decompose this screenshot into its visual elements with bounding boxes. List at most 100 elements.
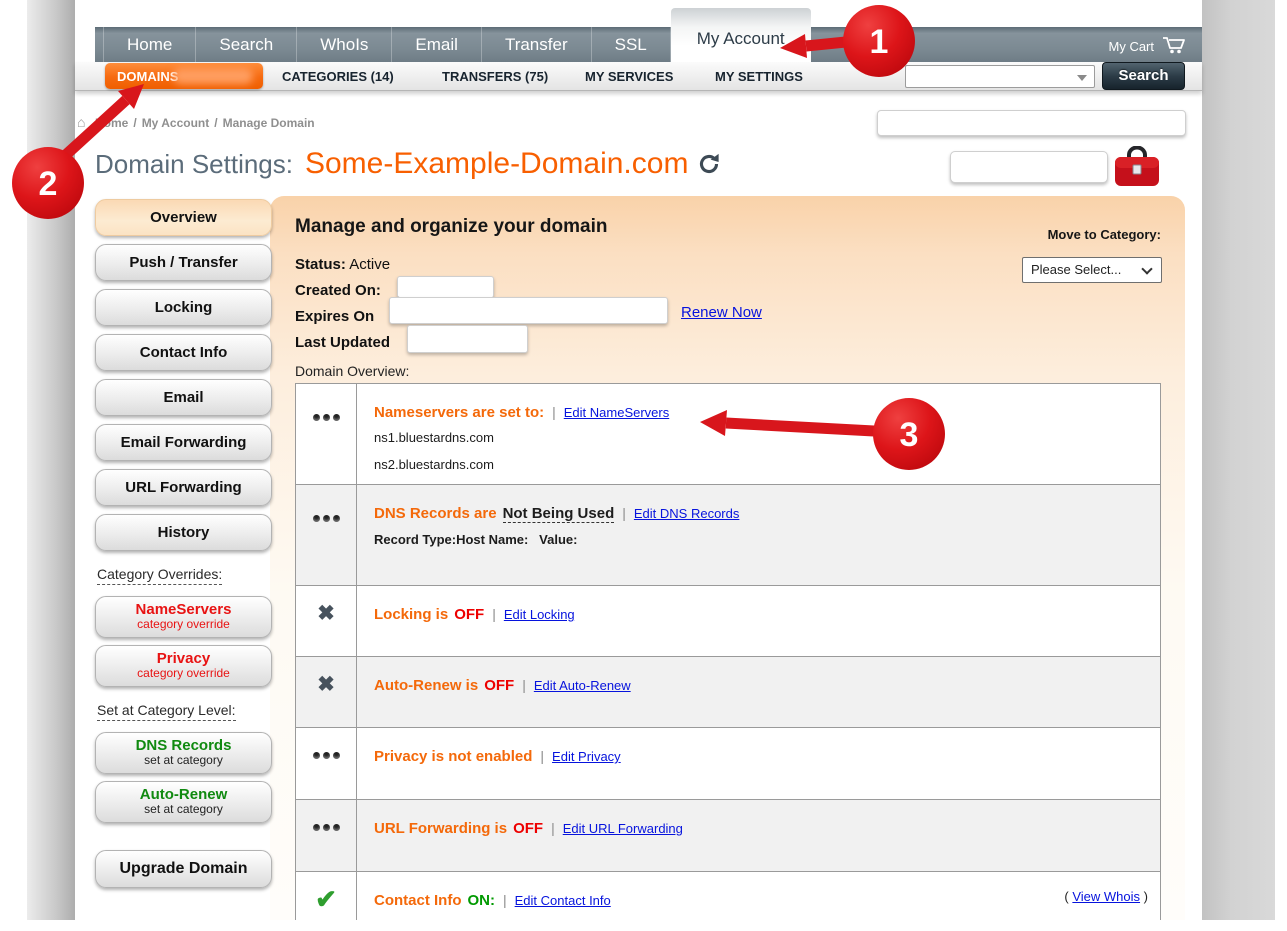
separator: |: [552, 404, 556, 420]
nav-tab-email[interactable]: Email: [392, 27, 482, 62]
domain-overview-label: Domain Overview:: [295, 363, 409, 379]
breadcrumb-item-home[interactable]: Home: [95, 116, 128, 130]
search-button[interactable]: Search: [1102, 62, 1185, 90]
override-subtitle: category override: [96, 667, 271, 680]
sidebar-item-locking[interactable]: Locking: [95, 289, 272, 326]
domain-row-edit-auto-renew: ✖ Auto-Renew isOFF|Edit Auto-Renew: [296, 657, 1160, 728]
separator: |: [551, 820, 555, 836]
row-title-line: URL Forwarding isOFF|Edit URL Forwarding: [374, 820, 1146, 837]
nav-tab-whois[interactable]: WhoIs: [297, 27, 392, 62]
subnav-tab-domains[interactable]: DOMAINS: [105, 63, 263, 89]
row-title: Nameservers are set to:: [374, 404, 544, 421]
row-icon-cell: ✖: [296, 657, 357, 727]
status-pending-icon: [313, 800, 340, 871]
edit-nameservers-link[interactable]: Edit NameServers: [564, 405, 669, 420]
domain-row-edit-locking: ✖Locking isOFF|Edit Locking: [296, 586, 1160, 657]
refresh-icon[interactable]: [698, 153, 720, 180]
edit-privacy-link[interactable]: Edit Privacy: [552, 749, 621, 764]
sidebar-category-auto-renew[interactable]: Auto-Renewset at category: [95, 781, 272, 823]
sidebar-override-privacy[interactable]: Privacycategory override: [95, 645, 272, 687]
my-cart-button[interactable]: My Cart: [1109, 36, 1187, 57]
row-body: URL Forwarding isOFF|Edit URL Forwarding: [357, 800, 1160, 871]
domain-name: Some-Example-Domain.com: [305, 147, 688, 181]
row-status-badge: OFF: [484, 677, 514, 694]
subnav-item-my-services[interactable]: MY SERVICES: [585, 69, 673, 84]
nav-tab-transfer[interactable]: Transfer: [482, 27, 592, 62]
domain-row-edit-privacy: Privacy is not enabled|Edit Privacy: [296, 728, 1160, 800]
row-title: Contact Info: [374, 892, 462, 909]
category-overrides-label: Category Overrides:: [97, 566, 272, 582]
set-at-category-label: Set at Category Level:: [97, 702, 272, 718]
renew-now-link[interactable]: Renew Now: [681, 304, 762, 321]
override-subtitle: category override: [96, 618, 271, 631]
sidebar-item-contact-info[interactable]: Contact Info: [95, 334, 272, 371]
sidebar-item-history[interactable]: History: [95, 514, 272, 551]
nav-tab-ssl[interactable]: SSL: [592, 27, 671, 62]
dot: [333, 515, 340, 522]
cart-icon: [1162, 36, 1186, 57]
status-pending-icon: [313, 384, 340, 484]
row-status-badge: Not Being Used: [503, 505, 615, 523]
row-detail-line: Record Type:Host Name: Value:: [374, 530, 1146, 550]
sidebar-override-nameservers[interactable]: NameServerscategory override: [95, 596, 272, 638]
sidebar-item-email-forwarding[interactable]: Email Forwarding: [95, 424, 272, 461]
sidebar-item-push-transfer[interactable]: Push / Transfer: [95, 244, 272, 281]
row-status-badge: OFF: [454, 606, 484, 623]
separator: |: [503, 892, 507, 908]
dot: [333, 824, 340, 831]
category-select[interactable]: Please Select...: [1022, 257, 1162, 283]
row-body: Nameservers are set to: | Edit NameServers…: [357, 384, 1160, 484]
breadcrumb: Home/My Account/Manage Domain: [95, 116, 315, 130]
subnav-item-transfers-75[interactable]: TRANSFERS (75): [442, 69, 548, 84]
view-whois-link[interactable]: View Whois: [1072, 889, 1140, 904]
nav-tab-search[interactable]: Search: [196, 27, 297, 62]
row-title-line: Auto-Renew isOFF|Edit Auto-Renew: [374, 677, 1146, 694]
sidebar-category-dns-records[interactable]: DNS Recordsset at category: [95, 732, 272, 774]
status-pending-icon: [313, 485, 340, 585]
edit-auto-renew-link[interactable]: Edit Auto-Renew: [534, 678, 631, 693]
override-title: Privacy: [96, 650, 271, 667]
sidebar-item-url-forwarding[interactable]: URL Forwarding: [95, 469, 272, 506]
updated-line: Last Updated: [295, 330, 390, 356]
combobox-dropdown-icon[interactable]: [1077, 75, 1087, 81]
row-status-badge: ON:: [468, 892, 496, 909]
sidebar-item-overview[interactable]: Overview: [95, 199, 272, 236]
created-line: Created On:: [295, 278, 390, 304]
top-nav-tabs: HomeSearchWhoIsEmailTransferSSLMy Accoun…: [95, 27, 1202, 62]
row-body: Locking isOFF|Edit Locking: [357, 586, 1160, 656]
row-body: DNS Records areNot Being Used|Edit DNS R…: [357, 485, 1160, 585]
row-status-badge: OFF: [513, 820, 543, 837]
toolbox-icon[interactable]: [1114, 146, 1160, 193]
redaction-box: [407, 325, 528, 353]
row-icon-cell: ✔: [296, 872, 357, 920]
domain-search-input[interactable]: [910, 67, 1075, 86]
nav-tab-home[interactable]: Home: [103, 27, 196, 62]
nav-tab-my-account[interactable]: My Account: [671, 8, 811, 62]
my-cart-label: My Cart: [1109, 39, 1155, 54]
domain-row-edit-contact-info: ✔Contact InfoON:|Edit Contact Info( View…: [296, 872, 1160, 920]
upgrade-domain-button[interactable]: Upgrade Domain: [95, 850, 272, 888]
category-title: DNS Records: [96, 737, 271, 754]
edit-dns-records-link[interactable]: Edit DNS Records: [634, 506, 739, 521]
edit-locking-link[interactable]: Edit Locking: [504, 607, 575, 622]
subnav-item-my-settings[interactable]: MY SETTINGS: [715, 69, 803, 84]
edit-url-forwarding-link[interactable]: Edit URL Forwarding: [563, 821, 683, 836]
row-detail-line: ns1.bluestardns.com: [374, 428, 1146, 448]
domain-search-combobox[interactable]: [905, 65, 1095, 88]
domain-settings-screen: HomeSearchWhoIsEmailTransferSSLMy Accoun…: [0, 0, 1287, 931]
dot: [313, 414, 320, 421]
sidebar-item-email[interactable]: Email: [95, 379, 272, 416]
expires-line: Expires On: [295, 304, 390, 330]
subnav-item-categories-14[interactable]: CATEGORIES (14): [282, 69, 394, 84]
category-overrides-label-text: Category Overrides:: [97, 566, 222, 585]
separator: |: [492, 606, 496, 622]
breadcrumb-item-my-account[interactable]: My Account: [142, 116, 210, 130]
dot: [323, 752, 330, 759]
row-detail-line: ns2.bluestardns.com: [374, 455, 1146, 475]
edit-contact-info-link[interactable]: Edit Contact Info: [515, 893, 611, 908]
status-on-icon: ✔: [315, 872, 337, 920]
redaction-box: [389, 297, 668, 324]
category-title: Auto-Renew: [96, 786, 271, 803]
dot: [313, 824, 320, 831]
row-icon-cell: [296, 384, 357, 484]
